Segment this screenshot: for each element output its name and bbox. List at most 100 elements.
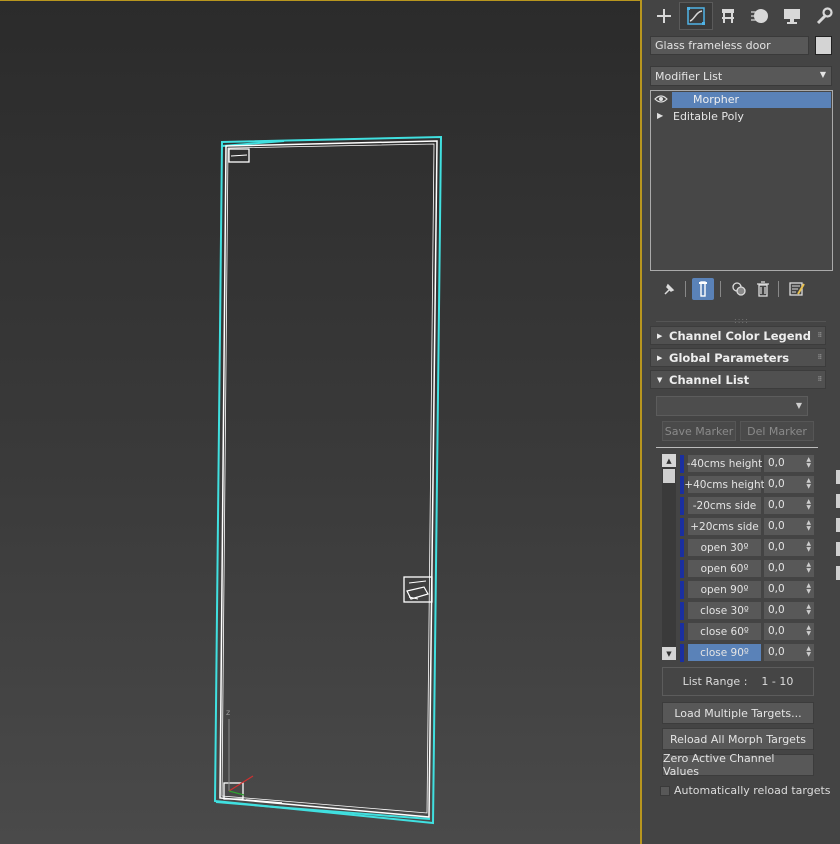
reload-all-morph-targets-button[interactable]: Reload All Morph Targets — [662, 728, 814, 750]
channel-name-button[interactable]: +20cms side — [688, 518, 761, 535]
channel-value: 0,0 — [768, 457, 785, 469]
scroll-mark — [836, 470, 840, 484]
channel-row[interactable]: -20cms side 0,0 ▲ ▼ — [680, 496, 830, 515]
spinner-arrows-icon[interactable]: ▲ ▼ — [806, 646, 811, 658]
perspective-viewport[interactable]: z — [0, 0, 642, 844]
channel-name-button[interactable]: +40cms height — [684, 476, 765, 493]
show-end-result-button[interactable] — [692, 278, 714, 300]
channel-color-indicator — [680, 560, 684, 578]
channel-value-spinner[interactable]: 0,0 ▲ ▼ — [764, 644, 814, 661]
channel-name-button[interactable]: close 30º — [688, 602, 761, 619]
channel-name-button[interactable]: open 30º — [688, 539, 761, 556]
scroll-thumb[interactable] — [663, 469, 675, 483]
channel-value-spinner[interactable]: 0,0 ▲ ▼ — [764, 560, 814, 577]
channel-name-button[interactable]: close 90º — [688, 644, 761, 661]
channel-value: 0,0 — [768, 646, 785, 658]
channel-value-spinner[interactable]: 0,0 ▲ ▼ — [764, 476, 814, 493]
channel-row[interactable]: close 30º 0,0 ▲ ▼ — [680, 601, 830, 620]
channel-value-spinner[interactable]: 0,0 ▲ ▼ — [764, 602, 814, 619]
motion-icon — [751, 9, 768, 23]
collapsed-triangle-icon: ▶ — [657, 354, 663, 362]
toolbar-divider — [720, 281, 721, 297]
tab-utilities[interactable] — [808, 3, 840, 29]
marker-dropdown[interactable]: ▼ — [656, 396, 808, 416]
channel-color-indicator — [680, 602, 684, 620]
load-multiple-targets-button[interactable]: Load Multiple Targets... — [662, 702, 814, 724]
save-marker-button[interactable]: Save Marker — [662, 421, 736, 441]
resize-grip-icon[interactable]: :::: — [734, 316, 749, 325]
modify-curve-icon — [687, 7, 705, 25]
channel-row[interactable]: open 60º 0,0 ▲ ▼ — [680, 559, 830, 578]
collapsed-triangle-icon: ▶ — [657, 332, 663, 340]
configure-modifier-sets-button[interactable] — [786, 278, 808, 300]
tab-hierarchy[interactable] — [712, 3, 744, 29]
object-name-field[interactable]: Glass frameless door — [650, 36, 809, 55]
list-range-value: 1 - 10 — [761, 675, 794, 688]
channel-row[interactable]: -40cms height 0,0 ▲ ▼ — [680, 454, 830, 473]
spinner-arrows-icon[interactable]: ▲ ▼ — [806, 478, 811, 490]
tab-motion[interactable] — [744, 3, 776, 29]
spinner-arrows-icon[interactable]: ▲ ▼ — [806, 541, 811, 553]
zero-active-channel-values-button[interactable]: Zero Active Channel Values — [662, 752, 814, 778]
tab-modify[interactable] — [679, 2, 713, 30]
channel-name-button[interactable]: -40cms height — [687, 455, 762, 472]
checkbox-box[interactable] — [660, 785, 670, 796]
channel-row[interactable]: close 60º 0,0 ▲ ▼ — [680, 622, 830, 641]
channel-name-button[interactable]: -20cms side — [688, 497, 761, 514]
channel-row[interactable]: open 30º 0,0 ▲ ▼ — [680, 538, 830, 557]
chevron-down-icon: ▼ — [819, 70, 826, 79]
scroll-mark — [836, 542, 840, 556]
make-unique-button[interactable] — [728, 278, 750, 300]
auto-reload-checkbox[interactable]: Automatically reload targets — [660, 784, 831, 797]
door-wireframe: z — [213, 135, 443, 825]
stack-item-editable-poly[interactable]: ▶ Editable Poly — [651, 108, 832, 125]
channel-row[interactable]: +20cms side 0,0 ▲ ▼ — [680, 517, 830, 536]
scroll-up-icon[interactable]: ▲ — [662, 454, 676, 467]
scroll-down-icon[interactable]: ▼ — [662, 647, 676, 660]
channel-value-spinner[interactable]: 0,0 ▲ ▼ — [764, 581, 814, 598]
rollout-channel-list[interactable]: ▼ Channel List ⁞⁞ — [650, 370, 826, 389]
spinner-arrows-icon[interactable]: ▲ ▼ — [806, 604, 811, 616]
command-panel-tabs — [648, 2, 840, 30]
channel-color-indicator — [680, 644, 684, 662]
channel-value-spinner[interactable]: 0,0 ▲ ▼ — [764, 497, 814, 514]
channel-value: 0,0 — [768, 562, 785, 574]
channel-name-button[interactable]: open 60º — [688, 560, 761, 577]
modifier-list-dropdown[interactable]: Modifier List ▼ — [650, 66, 832, 86]
channel-name-button[interactable]: close 60º — [688, 623, 761, 640]
channel-row[interactable]: open 90º 0,0 ▲ ▼ — [680, 580, 830, 599]
del-marker-button[interactable]: Del Marker — [740, 421, 814, 441]
channel-list-scrollbar[interactable]: ▲ ▼ — [662, 454, 676, 660]
channel-value-spinner[interactable]: 0,0 ▲ ▼ — [764, 518, 814, 535]
spinner-arrows-icon[interactable]: ▲ ▼ — [806, 583, 811, 595]
pin-stack-button[interactable] — [658, 278, 680, 300]
rollout-channel-color-legend[interactable]: ▶ Channel Color Legend ⁞⁞ — [650, 326, 826, 345]
object-color-swatch[interactable] — [815, 36, 832, 55]
configure-list-icon — [789, 282, 805, 296]
channel-row[interactable]: +40cms height 0,0 ▲ ▼ — [680, 475, 830, 494]
rollout-grip-icon: ⁞⁞ — [817, 353, 822, 361]
display-monitor-icon — [784, 9, 800, 24]
spinner-arrows-icon[interactable]: ▲ ▼ — [806, 520, 811, 532]
tab-display[interactable] — [776, 3, 808, 29]
channel-value: 0,0 — [768, 583, 785, 595]
spinner-arrows-icon[interactable]: ▲ ▼ — [806, 562, 811, 574]
spinner-arrows-icon[interactable]: ▲ ▼ — [806, 499, 811, 511]
expand-triangle-icon[interactable]: ▶ — [657, 111, 663, 120]
channel-row[interactable]: close 90º 0,0 ▲ ▼ — [680, 643, 830, 662]
channel-name-button[interactable]: open 90º — [688, 581, 761, 598]
spinner-arrows-icon[interactable]: ▲ ▼ — [806, 457, 811, 469]
eye-icon[interactable] — [654, 94, 668, 104]
remove-modifier-button[interactable] — [752, 278, 774, 300]
modifier-stack: Morpher ▶ Editable Poly — [650, 90, 833, 271]
channel-value-spinner[interactable]: 0,0 ▲ ▼ — [764, 539, 814, 556]
make-unique-icon — [732, 282, 746, 296]
channel-value-spinner[interactable]: 0,0 ▲ ▼ — [764, 623, 814, 640]
rollout-global-parameters[interactable]: ▶ Global Parameters ⁞⁞ — [650, 348, 826, 367]
stack-item-morpher[interactable]: Morpher — [651, 91, 832, 108]
list-range-label: List Range : — [682, 675, 748, 688]
tab-create[interactable] — [648, 3, 680, 29]
channel-value-spinner[interactable]: 0,0 ▲ ▼ — [764, 455, 814, 472]
spinner-arrows-icon[interactable]: ▲ ▼ — [806, 625, 811, 637]
wrench-icon — [816, 7, 833, 25]
